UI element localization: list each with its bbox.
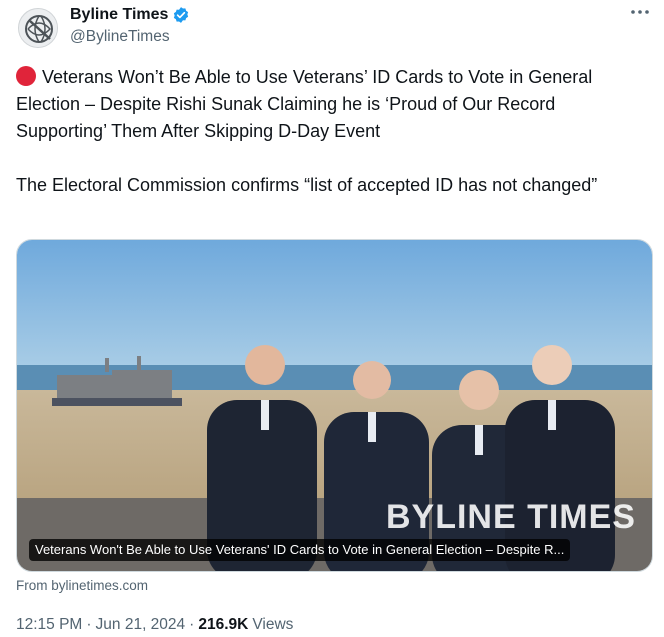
tweet-paragraph-1: Veterans Won’t Be Able to Use Veterans’ … [16, 67, 593, 141]
handle[interactable]: @BylineTimes [70, 28, 170, 46]
display-name[interactable]: Byline Times [70, 6, 168, 24]
tweet-time[interactable]: 12:15 PM [16, 616, 82, 634]
red-circle-icon [16, 66, 36, 86]
card-caption[interactable]: Veterans Won't Be Able to Use Veterans' … [29, 539, 571, 561]
meta-separator: · [86, 616, 92, 633]
card-watermark: BYLINE TIMES [385, 498, 636, 536]
more-options-icon[interactable] [628, 6, 652, 26]
views-label: Views [252, 616, 294, 633]
meta-separator: · [189, 616, 195, 633]
link-card[interactable]: BYLINE TIMES Veterans Won't Be Able to U… [16, 239, 653, 572]
tweet-date[interactable]: Jun 21, 2024 [96, 616, 186, 634]
tweet-text: Veterans Won’t Be Able to Use Veterans’ … [16, 64, 648, 199]
views-count[interactable]: 216.9K [198, 616, 248, 634]
name-row: Byline Times [70, 6, 190, 24]
avatar[interactable] [18, 8, 58, 48]
card-source[interactable]: From bylinetimes.com [16, 578, 148, 593]
tweet-paragraph-2: The Electoral Commission confirms “list … [16, 175, 598, 195]
tweet-meta: 12:15 PM · Jun 21, 2024 · 216.9K Views [16, 616, 293, 634]
verified-badge-icon [172, 6, 190, 24]
tweet-header: Byline Times @BylineTimes [16, 6, 656, 50]
